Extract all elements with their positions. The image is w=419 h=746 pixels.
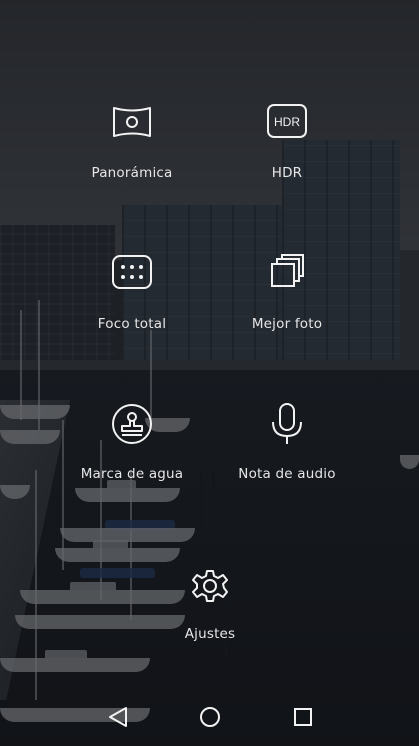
mode-watermark[interactable]: Marca de agua <box>57 402 207 482</box>
panorama-icon <box>57 104 207 140</box>
mode-panorama[interactable]: Panorámica <box>57 104 207 181</box>
system-navigation-bar <box>0 688 419 746</box>
settings-button[interactable]: Ajustes <box>135 566 285 642</box>
home-circle-icon <box>196 705 224 729</box>
gear-icon <box>135 566 285 606</box>
home-button[interactable] <box>196 705 224 729</box>
back-triangle-icon <box>104 705 132 729</box>
mode-best-photo-label: Mejor foto <box>251 316 323 332</box>
recents-button[interactable] <box>289 705 317 729</box>
recents-square-icon <box>289 705 317 729</box>
mode-panorama-label: Panorámica <box>91 165 173 181</box>
mode-audio-note[interactable]: Nota de audio <box>212 402 362 482</box>
microphone-icon <box>212 402 362 446</box>
mode-all-focus[interactable]: Foco total <box>57 253 207 332</box>
mode-all-focus-label: Foco total <box>97 316 167 332</box>
mode-audio-note-label: Nota de audio <box>238 466 336 482</box>
mode-hdr[interactable]: HDR HDR <box>212 102 362 181</box>
best-photo-icon <box>212 252 362 292</box>
mode-hdr-label: HDR <box>271 165 303 181</box>
watermark-stamp-icon <box>57 402 207 446</box>
settings-label: Ajustes <box>184 626 236 642</box>
all-focus-icon <box>57 253 207 291</box>
hdr-icon-text: HDR <box>274 115 300 129</box>
mode-best-photo[interactable]: Mejor foto <box>212 252 362 332</box>
back-button[interactable] <box>104 705 132 729</box>
mode-watermark-label: Marca de agua <box>80 466 184 482</box>
hdr-icon: HDR <box>212 102 362 140</box>
